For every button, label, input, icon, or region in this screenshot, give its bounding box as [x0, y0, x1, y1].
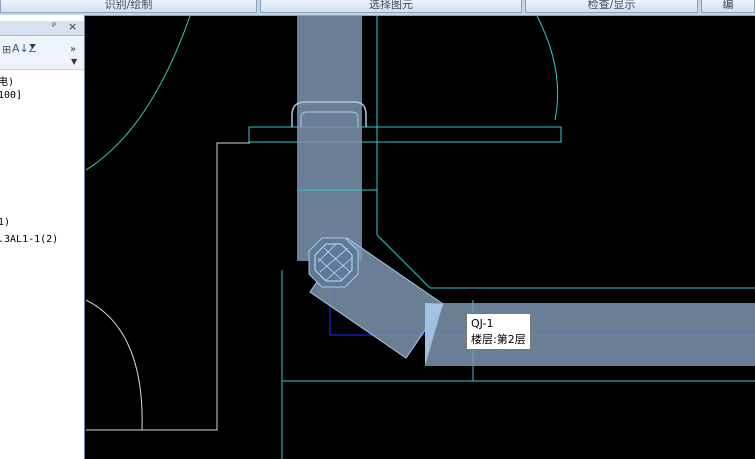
vertical-wall: [297, 16, 362, 261]
expand-icon[interactable]: »: [70, 44, 76, 55]
property-line-4: .3AL1-1(2): [0, 234, 59, 245]
category-icon[interactable]: ⊞: [2, 43, 11, 56]
recognize-draw-button[interactable]: 识别/绘制: [0, 0, 257, 13]
element-tooltip: QJ-1 楼层:第2层: [466, 313, 531, 350]
check-display-button[interactable]: 检查/显示: [525, 0, 698, 13]
drawing-canvas[interactable]: [86, 16, 755, 459]
panel-header: ᵖ ×: [0, 20, 84, 36]
cyan-arc-top-right: [536, 16, 559, 121]
green-arc-top-left: [86, 16, 191, 171]
property-line-1: 电): [0, 77, 15, 88]
column-octagon: [308, 237, 359, 288]
edit-label: 编: [722, 0, 734, 11]
white-arc-bottom-left: [86, 299, 143, 431]
white-outline: [86, 142, 250, 431]
recognize-draw-label: 识别/绘制: [104, 0, 153, 11]
scroll-down-icon[interactable]: ▼: [71, 57, 77, 66]
dropdown-arrow-icon[interactable]: ▾: [30, 42, 35, 52]
property-line-2: 100]: [0, 90, 23, 101]
tooltip-name: QJ-1: [471, 317, 494, 330]
pin-icon[interactable]: ᵖ: [52, 21, 56, 32]
cyan-band: [248, 126, 562, 143]
check-display-label: 检查/显示: [587, 0, 636, 11]
cad-drawing: [86, 16, 755, 459]
edit-button[interactable]: 编: [701, 0, 755, 13]
select-element-button[interactable]: 选择图元: [260, 0, 522, 13]
panel-toolbar: ⊞ A↓Z ▾ » ▼: [0, 37, 84, 70]
select-element-label: 选择图元: [369, 0, 413, 11]
tooltip-floor: 楼层:第2层: [471, 333, 526, 346]
close-icon[interactable]: ×: [68, 20, 77, 33]
top-toolbar: 识别/绘制 选择图元 检查/显示 编: [0, 0, 755, 16]
property-line-3: 1): [0, 217, 11, 228]
properties-panel: ᵖ × ⊞ A↓Z ▾ » ▼ 电) 100] 1) .3AL1-1(2): [0, 15, 85, 459]
